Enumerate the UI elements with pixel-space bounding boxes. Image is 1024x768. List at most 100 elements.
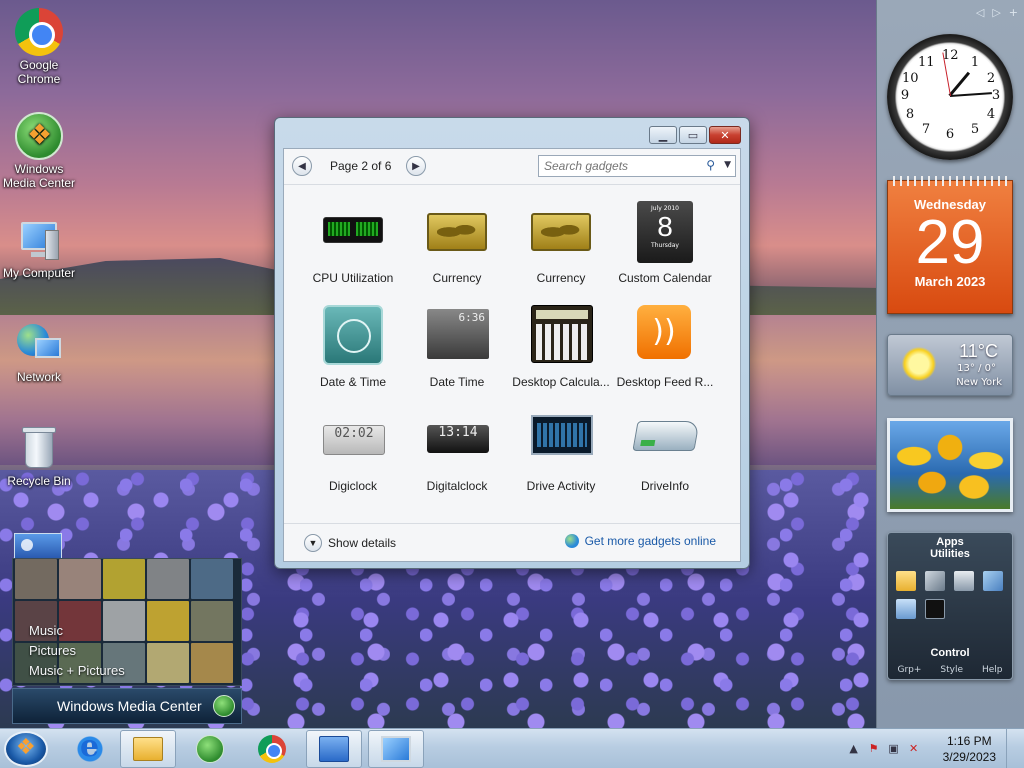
sidebar-prev-icon[interactable]: ◁: [976, 6, 984, 19]
gadget-item[interactable]: 6:36 Date Time: [402, 303, 512, 389]
sun-icon: [902, 347, 936, 381]
gallery-footer: ▼ Show details Get more gadgets online: [284, 523, 740, 561]
close-button[interactable]: ✕: [709, 126, 741, 144]
sidebar-next-icon[interactable]: ▷: [992, 6, 1000, 19]
maximize-button[interactable]: ▭: [679, 126, 707, 144]
chrome-icon: [258, 735, 286, 763]
taskbar-my-computer[interactable]: [368, 730, 424, 768]
folder-icon[interactable]: [896, 571, 916, 591]
weather-city: New York: [956, 377, 1002, 388]
desktop-icon-google-chrome[interactable]: Google Chrome: [0, 8, 79, 86]
clock-number: 11: [918, 55, 935, 70]
show-hidden-icons-icon[interactable]: ▲: [847, 742, 861, 756]
calendar-icon: July 2010 8 Thursday: [633, 199, 697, 263]
gadget-item[interactable]: Drive Activity: [506, 407, 616, 493]
sidebar-controls: ◁ ▷ +: [976, 6, 1018, 19]
gadget-gallery-window: ▁ ▭ ✕ ◀ Page 2 of 6 ▶ ⚲ ▼ CPU Utilizatio…: [274, 117, 750, 569]
notepad-icon[interactable]: [983, 571, 1003, 591]
flip-clock-icon: 6:36: [425, 303, 489, 367]
gadget-name: DriveInfo: [640, 479, 690, 493]
apps-title: Apps: [936, 536, 964, 548]
desktop-icon-windows-media-center[interactable]: Windows Media Center: [0, 112, 79, 190]
search-input[interactable]: [539, 156, 689, 176]
taskbar-media-center[interactable]: [182, 730, 238, 768]
media-center-bar-label: Windows Media Center: [57, 698, 202, 714]
taskbar: ▲ ⚑ ▣ ✕ 1:16 PM 3/29/2023: [0, 728, 1024, 768]
gadget-item[interactable]: Currency: [402, 199, 512, 285]
apps-option-help[interactable]: Help: [982, 665, 1003, 675]
search-icon[interactable]: ⚲: [706, 158, 715, 172]
gadget-item[interactable]: July 2010 8 Thursday Custom Calendar: [610, 199, 720, 285]
sidebar-add-icon[interactable]: +: [1009, 6, 1018, 19]
clock-number: 2: [986, 71, 996, 86]
desktop-icon-label: Windows Media Center: [2, 162, 76, 190]
currency-icon: [529, 199, 593, 263]
media-menu-pictures[interactable]: Pictures: [29, 641, 125, 661]
clock-number: 3: [991, 88, 1001, 103]
taskbar-explorer[interactable]: [120, 730, 176, 768]
computer-icon: [15, 216, 63, 264]
gadget-item[interactable]: Currency: [506, 199, 616, 285]
taskbar-clock[interactable]: 1:16 PM 3/29/2023: [943, 733, 996, 765]
gadget-sidebar: ◁ ▷ + 12 1 2 3 4 5 6 7 8 9 10 11 Wednesd…: [876, 0, 1024, 728]
weather-temperature: 11°C: [959, 341, 998, 361]
taskbar-internet-explorer[interactable]: [62, 729, 118, 768]
slideshow-gadget[interactable]: [887, 418, 1013, 512]
calculator-icon[interactable]: [896, 599, 916, 619]
get-more-gadgets-link[interactable]: Get more gadgets online: [564, 534, 716, 548]
drive-icon[interactable]: [925, 571, 945, 591]
folder-icon: [133, 737, 163, 761]
gadget-item[interactable]: 13:14 Digitalclock: [402, 407, 512, 493]
globe-icon: [564, 534, 579, 548]
taskbar-gadgets[interactable]: [306, 730, 362, 768]
desktop-icon-label: Recycle Bin: [7, 474, 71, 488]
chevron-down-icon[interactable]: ▼: [724, 160, 731, 170]
digital-clock-icon: 13:14: [425, 407, 489, 471]
gadget-item[interactable]: Date & Time: [298, 303, 408, 389]
minimize-button[interactable]: ▁: [649, 126, 677, 144]
volume-muted-icon[interactable]: ✕: [907, 742, 921, 756]
gadget-name: Desktop Calcula...: [512, 375, 610, 389]
apps-option-grp[interactable]: Grp+: [897, 665, 921, 675]
gadget-name: Digiclock: [328, 479, 377, 493]
analog-clock-gadget[interactable]: 12 1 2 3 4 5 6 7 8 9 10 11: [887, 34, 1013, 160]
digital-clock-icon: 02:02: [321, 407, 385, 471]
previous-page-button[interactable]: ◀: [292, 156, 312, 176]
desktop-icon-network[interactable]: Network: [0, 320, 79, 384]
hard-drive-icon: [632, 407, 700, 471]
media-menu: Music Pictures Music + Pictures: [29, 621, 125, 681]
thumb-time: 02:02: [323, 425, 385, 455]
device-icon[interactable]: [954, 571, 974, 591]
media-center-bar[interactable]: Windows Media Center: [12, 688, 242, 724]
calendar-month-year: March 2023: [914, 274, 986, 289]
taskbar-chrome[interactable]: [244, 730, 300, 768]
network-icon[interactable]: ▣: [887, 742, 901, 756]
show-details-label: Show details: [328, 536, 397, 550]
gadget-item[interactable]: Desktop Calcula...: [506, 303, 616, 389]
media-menu-music-pictures[interactable]: Music + Pictures: [29, 661, 125, 681]
gadget-item[interactable]: )) Desktop Feed R...: [610, 303, 720, 389]
desktop-icon-recycle-bin[interactable]: Recycle Bin: [0, 424, 79, 488]
clock-number: 9: [900, 88, 910, 103]
desktop-gadgets-icon[interactable]: [14, 533, 62, 559]
show-desktop-button[interactable]: [1006, 729, 1016, 768]
weather-gadget[interactable]: 11°C 13° / 0° New York: [887, 334, 1013, 396]
gadget-name: CPU Utilization: [312, 271, 394, 285]
action-center-icon[interactable]: ⚑: [867, 742, 881, 756]
media-menu-music[interactable]: Music: [29, 621, 125, 641]
start-button[interactable]: [4, 731, 48, 767]
desktop-icon-my-computer[interactable]: My Computer: [0, 216, 79, 280]
gadget-item[interactable]: 02:02 Digiclock: [298, 407, 408, 493]
gadget-item[interactable]: CPU Utilization: [298, 199, 408, 285]
gadget-item[interactable]: DriveInfo: [610, 407, 720, 493]
next-page-button[interactable]: ▶: [406, 156, 426, 176]
media-center-logo-icon: [213, 695, 235, 717]
terminal-icon[interactable]: [925, 599, 945, 619]
cpu-meter-icon: [321, 199, 385, 263]
show-details-toggle[interactable]: ▼ Show details: [304, 534, 396, 552]
calendar-gadget[interactable]: Wednesday 29 March 2023: [887, 176, 1013, 314]
clock-icon: [321, 303, 385, 367]
clock-number: 6: [945, 127, 955, 142]
apps-option-style[interactable]: Style: [940, 665, 963, 675]
gadget-gallery-content: ◀ Page 2 of 6 ▶ ⚲ ▼ CPU Utilization Curr…: [283, 148, 741, 562]
